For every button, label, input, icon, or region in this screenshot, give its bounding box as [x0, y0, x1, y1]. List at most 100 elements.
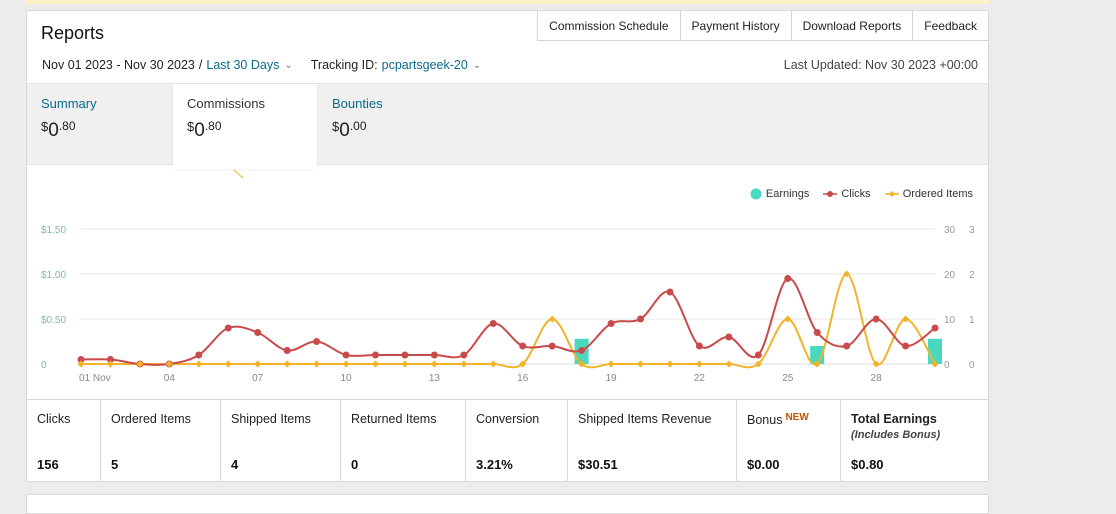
- clicks-point: [371, 351, 379, 359]
- feedback-button[interactable]: Feedback: [912, 11, 988, 41]
- y-tick-label-left: 0: [41, 360, 47, 371]
- tab-commissions-label: Commissions: [187, 96, 266, 111]
- new-badge: NEW: [785, 412, 809, 423]
- ordered-items-point: [548, 315, 556, 323]
- date-separator: /: [198, 58, 203, 72]
- tab-summary-value: $0.80: [41, 119, 159, 142]
- x-tick-label: 19: [606, 373, 618, 384]
- clicks-point: [342, 351, 350, 359]
- stat-total-earnings: Total Earnings (Includes Bonus) $0.80: [841, 400, 988, 482]
- last-updated: Last Updated: Nov 30 2023 +00:00: [783, 58, 978, 72]
- clicks-point: [784, 275, 792, 282]
- earnings-chart: $1.50 30 3$1.00 20 2$0.50 10 10 0 001 Nov 04 07 10 1…: [41, 169, 975, 384]
- stat-returned-items: Returned Items 0: [341, 400, 466, 482]
- y-tick-label-items: 0: [969, 360, 975, 371]
- ordered-items-line: [81, 272, 936, 369]
- y-tick-label-items: 3: [969, 225, 975, 236]
- x-tick-label: 28: [871, 373, 883, 384]
- stat-label: Bonus NEW: [747, 412, 840, 427]
- y-tick-label-clicks: 30: [944, 225, 956, 236]
- payment-history-button[interactable]: Payment History: [679, 11, 791, 41]
- period-dropdown[interactable]: Last 30 Days: [206, 58, 279, 72]
- top-nav: Commission Schedule Payment History Down…: [537, 11, 988, 41]
- ordered-items-point: [489, 360, 497, 368]
- tab-bounties-value: $0.00: [332, 119, 450, 142]
- stat-shipped-items: Shipped Items 4: [221, 400, 341, 482]
- x-tick-label: 13: [429, 373, 441, 384]
- stat-value: 156: [37, 457, 59, 472]
- earnings-bar: [928, 338, 942, 364]
- clicks-point: [283, 347, 291, 354]
- clicks-point: [401, 351, 409, 359]
- tab-summary-label: Summary: [41, 96, 97, 111]
- download-reports-button[interactable]: Download Reports: [790, 11, 913, 41]
- chevron-down-icon[interactable]: ⌄: [473, 60, 481, 71]
- ordered-items-point: [460, 360, 468, 368]
- tab-pointer-icon: [233, 169, 244, 179]
- stat-label: Shipped Items: [231, 412, 311, 426]
- ordered-items-point: [695, 360, 703, 368]
- value-whole: 0: [48, 120, 59, 141]
- value-cents: .00: [349, 119, 367, 133]
- clicks-point: [548, 342, 556, 350]
- stat-label: Total Earnings: [851, 412, 937, 426]
- clicks-point: [607, 320, 615, 327]
- clicks-point: [872, 315, 880, 323]
- stat-shipped-revenue: Shipped Items Revenue $30.51: [568, 400, 737, 482]
- y-tick-label-items: 2: [969, 270, 975, 281]
- ordered-items-point: [637, 360, 645, 368]
- stat-label: Ordered Items: [111, 412, 191, 426]
- clicks-point: [313, 338, 321, 345]
- report-tabs: Summary $0.80 Commissions $0.80 Bounties…: [27, 83, 988, 169]
- ordered-items-point: [342, 360, 350, 368]
- clicks-point: [460, 351, 468, 359]
- clicks-point: [195, 351, 203, 359]
- ordered-items-point: [371, 360, 379, 368]
- clicks-point: [754, 351, 762, 359]
- value-whole: 0: [194, 120, 205, 141]
- bonus-label: Bonus: [747, 413, 783, 427]
- ordered-items-point: [401, 360, 409, 368]
- ordered-items-point: [607, 360, 615, 368]
- date-range-text: Nov 01 2023 - Nov 30 2023: [42, 58, 195, 72]
- y-tick-label-clicks: 0: [944, 360, 950, 371]
- y-tick-label-items: 1: [969, 315, 975, 326]
- x-tick-label: 07: [252, 373, 264, 384]
- commission-schedule-button[interactable]: Commission Schedule: [537, 11, 680, 41]
- x-tick-label: 22: [694, 373, 706, 384]
- clicks-point: [695, 342, 703, 350]
- secondary-card: [26, 494, 989, 514]
- clicks-line: [80, 277, 936, 366]
- stats-row: Clicks 156 Ordered Items 5 Shipped Items…: [27, 399, 988, 482]
- reports-card: Reports Commission Schedule Payment Hist…: [26, 10, 989, 482]
- y-tick-label-left: $1.50: [41, 225, 66, 236]
- clicks-point: [224, 324, 232, 332]
- tracking-id-dropdown[interactable]: pcpartsgeek-20: [382, 58, 468, 72]
- clicks-point: [666, 288, 674, 296]
- y-tick-label-clicks: 20: [944, 270, 956, 281]
- value-whole: 0: [339, 120, 350, 141]
- y-tick-label-left: $1.00: [41, 270, 66, 281]
- stat-bonus: Bonus NEW $0.00: [737, 400, 841, 482]
- x-tick-label: 04: [164, 373, 176, 384]
- ordered-items-point: [224, 360, 232, 368]
- ordered-items-point: [725, 360, 733, 368]
- x-tick-label: 25: [782, 373, 794, 384]
- stat-value: 4: [231, 457, 239, 472]
- clicks-point: [843, 342, 851, 350]
- tab-summary[interactable]: Summary $0.80: [27, 84, 173, 166]
- tab-commissions[interactable]: Commissions $0.80: [173, 84, 317, 169]
- stat-value: $0.00: [747, 457, 780, 472]
- tab-bounties[interactable]: Bounties $0.00: [318, 84, 464, 166]
- x-tick-label: 01 Nov: [79, 373, 111, 384]
- clicks-point: [931, 324, 939, 332]
- stat-label: Returned Items: [351, 412, 437, 426]
- stat-value: 3.21%: [476, 457, 513, 472]
- x-tick-label: 16: [517, 373, 529, 384]
- tab-bounties-label: Bounties: [332, 96, 383, 111]
- ordered-items-point: [666, 360, 674, 368]
- filter-row: Nov 01 2023 - Nov 30 2023 / Last 30 Days…: [42, 58, 481, 72]
- ordered-items-point: [254, 360, 262, 368]
- chevron-down-icon[interactable]: ⌄: [284, 60, 292, 71]
- stat-label: Clicks: [37, 412, 71, 426]
